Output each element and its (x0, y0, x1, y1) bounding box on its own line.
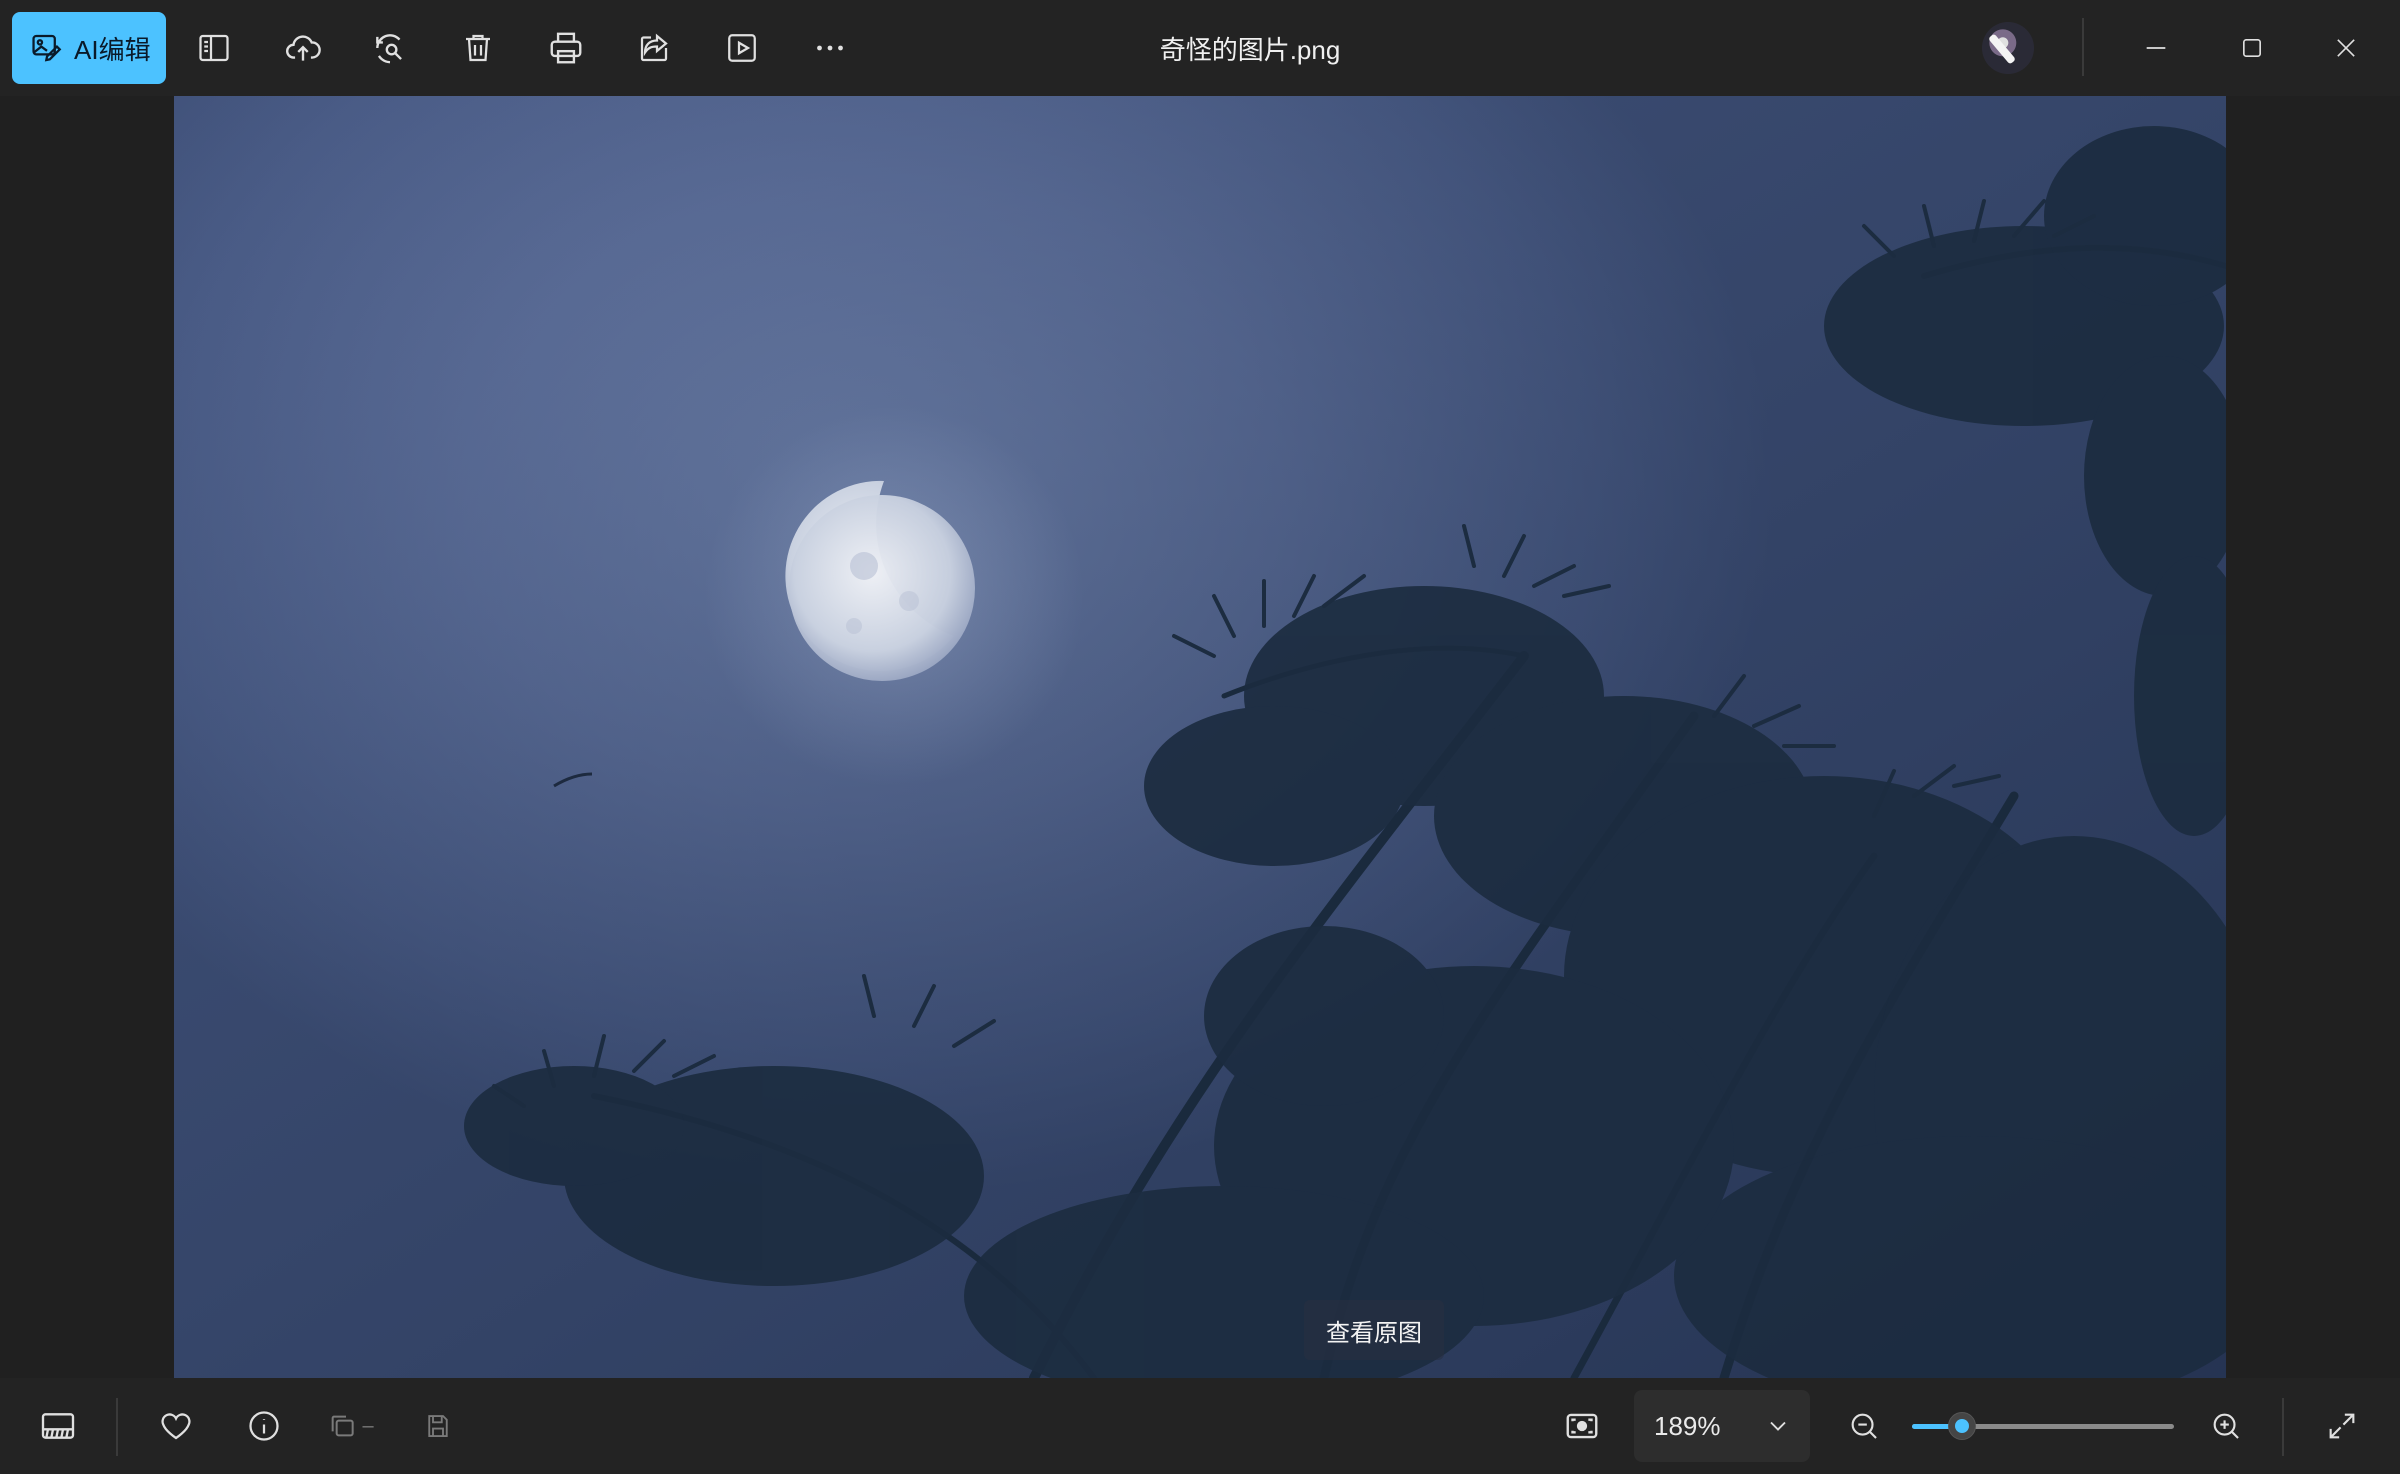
save-icon (428, 1415, 448, 1437)
save-button[interactable] (414, 1402, 462, 1450)
sidebar-panel-icon (199, 34, 229, 62)
user-avatar[interactable] (1982, 22, 2034, 74)
info-icon (249, 1411, 279, 1441)
bottom-divider (116, 1398, 118, 1456)
bottom-divider-right (2282, 1398, 2284, 1456)
delete-icon (466, 34, 490, 62)
zoom-out-icon (1851, 1413, 1877, 1439)
bottom-toolbar: – 189% (0, 1378, 2400, 1474)
zoom-in-button[interactable] (2202, 1402, 2250, 1450)
sidebar-panel-button[interactable] (190, 24, 238, 72)
view-original-button[interactable]: 查看原图 (1304, 1300, 1444, 1360)
minimize-button[interactable] (2132, 24, 2180, 72)
window-title: 奇怪的图片.png (1159, 35, 1341, 65)
share-button[interactable] (630, 24, 678, 72)
copy-button[interactable]: – (326, 1402, 374, 1450)
ai-edit-label: AI编辑 (74, 34, 151, 65)
more-icon (817, 45, 843, 51)
zoom-value: 189% (1654, 1410, 1721, 1441)
actual-size-icon (1566, 1413, 1598, 1439)
more-options-button[interactable] (806, 24, 854, 72)
ai-edit-button[interactable]: AI编辑 (12, 12, 166, 84)
zoom-out-button[interactable] (1840, 1402, 1888, 1450)
cloud-upload-button[interactable] (279, 24, 327, 72)
close-icon (2337, 39, 2355, 57)
fullscreen-icon (2329, 1413, 2355, 1439)
actual-size-button[interactable] (1558, 1402, 1606, 1450)
slideshow-icon (728, 34, 756, 62)
favorite-icon (161, 1413, 191, 1440)
copy-icon (332, 1415, 355, 1437)
zoom-level-dropdown[interactable]: 189% (1634, 1390, 1810, 1462)
zoom-in-icon (2213, 1413, 2239, 1439)
fullscreen-button[interactable] (2318, 1402, 2366, 1450)
top-toolbar: AI编辑 奇怪的图片.png (0, 0, 2400, 96)
maximize-icon (2243, 39, 2261, 57)
delete-button[interactable] (454, 24, 502, 72)
info-button[interactable] (240, 1402, 288, 1450)
ai-edit-icon (32, 34, 62, 62)
maximize-button[interactable] (2228, 24, 2276, 72)
photo-moon-bamboo: 查看原图 (174, 96, 2226, 1378)
visual-search-button[interactable] (366, 24, 414, 72)
minimize-icon (2146, 47, 2166, 49)
close-button[interactable] (2322, 24, 2370, 72)
image-viewer-area[interactable]: 查看原图 (0, 96, 2400, 1378)
print-button[interactable] (542, 24, 590, 72)
share-icon (640, 33, 668, 62)
photo-scene (174, 96, 2226, 1378)
cloud-upload-icon (285, 35, 321, 61)
copy-dash: – (362, 1414, 374, 1437)
slideshow-button[interactable] (718, 24, 766, 72)
favorite-button[interactable] (152, 1402, 200, 1450)
chevron-down-icon (1770, 1421, 1786, 1431)
toolbar-divider (2082, 18, 2084, 76)
zoom-slider-thumb[interactable] (1948, 1412, 1976, 1440)
photos-app-window: AI编辑 奇怪的图片.png 查看原图 – 189% (0, 0, 2400, 1474)
print-icon (550, 32, 582, 64)
zoom-slider[interactable] (1912, 1408, 2174, 1444)
filmstrip-icon (41, 1413, 75, 1439)
rotate-search-icon (376, 34, 402, 64)
filmstrip-button[interactable] (34, 1402, 82, 1450)
